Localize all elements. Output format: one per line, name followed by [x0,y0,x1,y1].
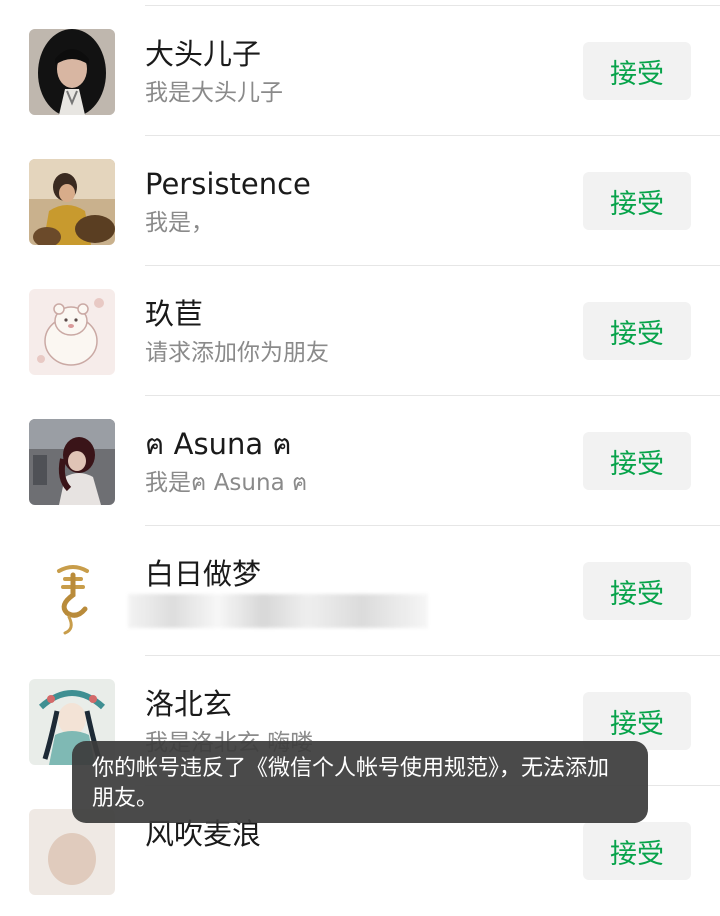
request-name: 大头儿子 [145,37,262,71]
accept-button[interactable]: 接受 [583,822,691,880]
toast-message: 你的帐号违反了《微信个人帐号使用规范》，无法添加朋友。 [92,756,610,811]
friend-request-row[interactable]: 玖苣 请求添加你为朋友 接受 [0,266,720,396]
avatar [29,419,115,505]
request-message: 我是ฅ Asuna ฅ [145,470,308,496]
friend-request-row[interactable]: 白日做梦 接受 [0,526,720,656]
request-name: 洛北玄 [145,687,233,721]
request-name: 玖苣 [145,297,204,331]
friend-request-row[interactable]: Persistence 我是， 接受 [0,136,720,266]
avatar [29,289,115,375]
accept-button[interactable]: 接受 [583,42,691,100]
accept-button[interactable]: 接受 [583,172,691,230]
request-name: Persistence [145,167,311,201]
request-message: 我是大头儿子 [145,80,283,106]
avatar [29,29,115,115]
error-toast: 你的帐号违反了《微信个人帐号使用规范》，无法添加朋友。 [72,741,648,823]
request-name: 白日做梦 [145,557,262,591]
request-message: 请求添加你为朋友 [145,340,329,366]
accept-button[interactable]: 接受 [583,432,691,490]
request-message: 我是， [145,210,214,236]
friend-request-row[interactable]: ฅ Asuna ฅ 我是ฅ Asuna ฅ 接受 [0,396,720,526]
request-name: ฅ Asuna ฅ [145,427,292,461]
avatar [29,549,115,635]
redacted-message [128,594,428,628]
accept-button[interactable]: 接受 [583,302,691,360]
friend-request-row[interactable]: 大头儿子 我是大头儿子 接受 [0,6,720,136]
accept-button[interactable]: 接受 [583,562,691,620]
avatar [29,159,115,245]
